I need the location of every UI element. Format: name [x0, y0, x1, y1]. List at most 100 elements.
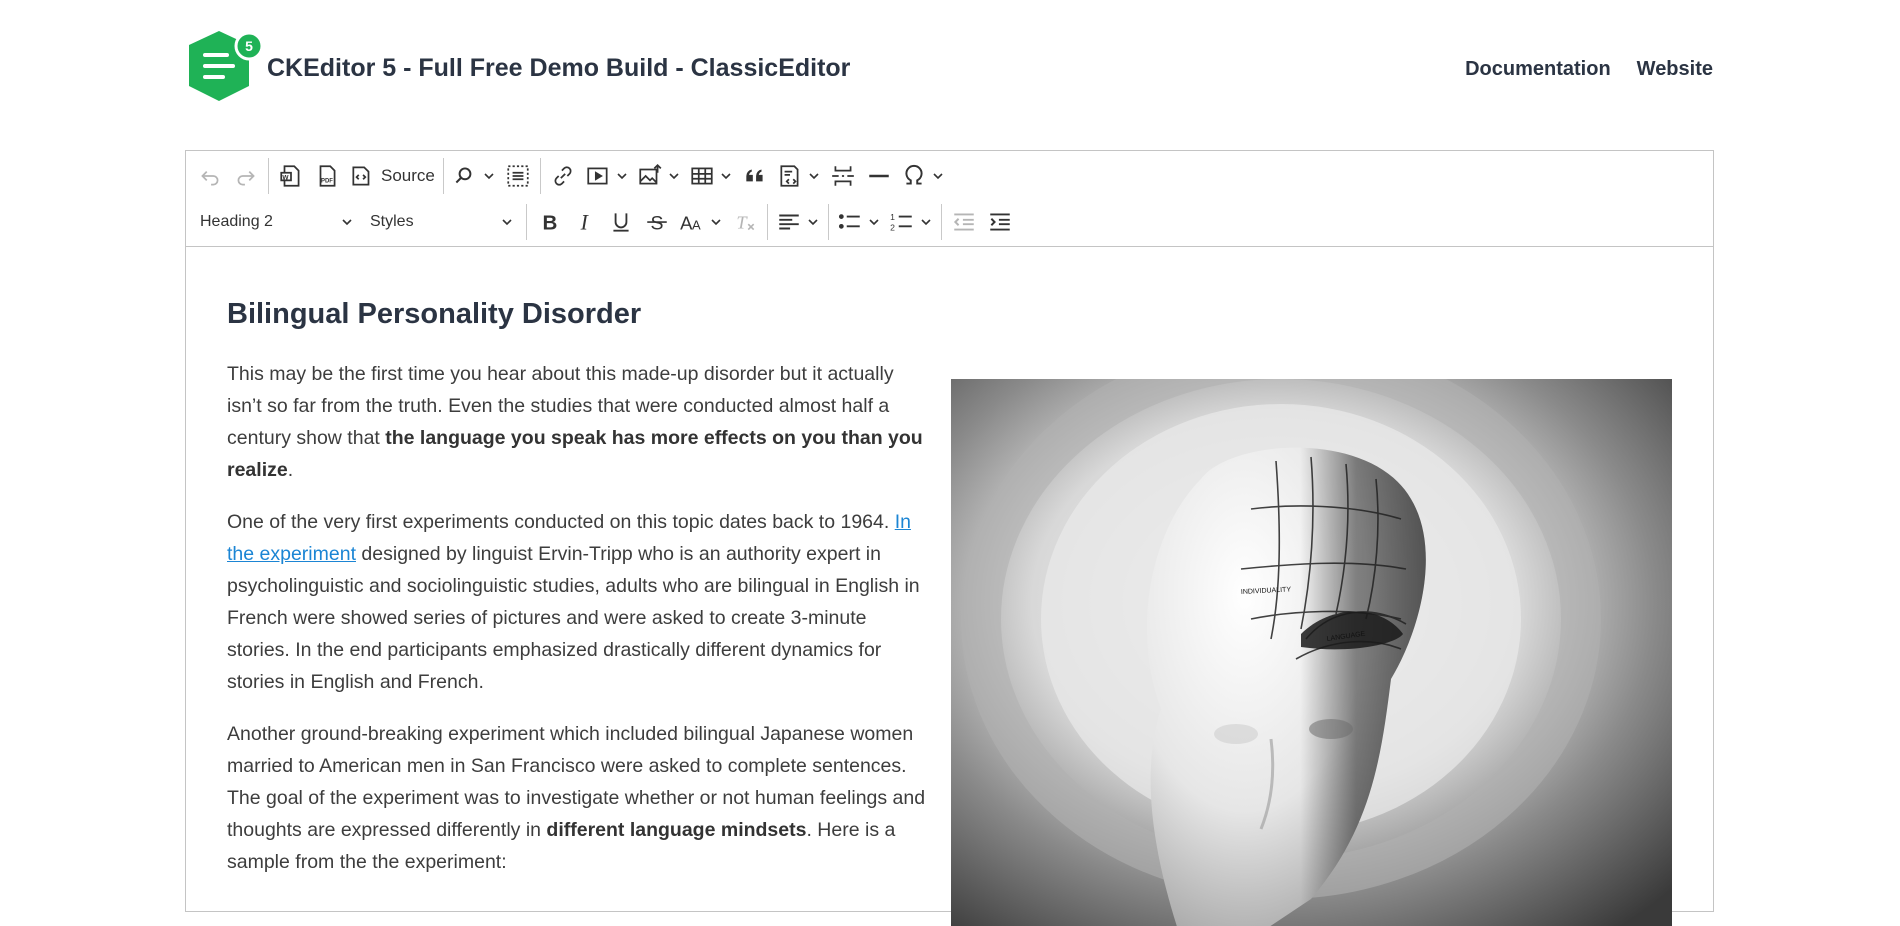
paragraph-3: Another ground-breaking experiment which…: [227, 718, 927, 878]
chevron-down-icon: [808, 219, 818, 226]
page-title: CKEditor 5 - Full Free Demo Build - Clas…: [267, 54, 851, 82]
toolbar-separator: [526, 204, 527, 240]
find-replace-button[interactable]: [448, 159, 500, 193]
bold-button[interactable]: B: [531, 205, 567, 239]
phrenology-head-image[interactable]: INDIVIDUALITY LANGUAGE: [951, 379, 1672, 926]
paragraph-text: designed by linguist Ervin-Tripp who is …: [227, 543, 920, 693]
select-all-button[interactable]: [500, 159, 536, 193]
link-icon: [554, 166, 572, 186]
link-button[interactable]: [545, 159, 581, 193]
chevron-down-icon: [669, 173, 679, 180]
styles-dropdown-value: Styles: [370, 213, 414, 230]
remove-format-button[interactable]: T: [727, 205, 763, 239]
svg-text:I: I: [580, 211, 590, 235]
select-all-icon: [507, 165, 529, 187]
source-icon: [352, 166, 370, 186]
toolbar-separator: [268, 158, 269, 194]
chevron-down-icon: [711, 219, 721, 226]
font-size-icon: AA: [680, 213, 701, 234]
toolbar-separator: [539, 158, 541, 194]
chevron-down-icon: [617, 173, 627, 180]
media-icon: [587, 167, 608, 185]
outdent-icon: [953, 213, 974, 231]
page-break-icon: [832, 166, 854, 186]
insert-table-button[interactable]: [685, 159, 737, 193]
svg-text:B: B: [543, 212, 558, 235]
numbered-list-icon: 12: [890, 212, 912, 233]
website-link[interactable]: Website: [1637, 58, 1713, 81]
html-embed-button[interactable]: [773, 159, 825, 193]
alignment-icon: [779, 214, 799, 230]
chevron-down-icon: [809, 173, 819, 180]
underline-icon: [613, 213, 629, 232]
blockquote-button[interactable]: [737, 159, 773, 193]
chevron-down-icon: [342, 219, 352, 226]
svg-text:2: 2: [890, 223, 895, 233]
source-editing-button[interactable]: Source: [345, 159, 439, 193]
svg-text:T: T: [736, 213, 748, 233]
toolbar-separator: [767, 204, 768, 240]
chevron-down-icon: [869, 219, 879, 226]
export-pdf-icon: PDF: [319, 165, 336, 187]
redo-icon: [237, 171, 255, 186]
page-break-button[interactable]: [825, 159, 861, 193]
svg-text:PDF: PDF: [321, 179, 333, 185]
horizontal-line-button[interactable]: [861, 159, 897, 193]
chevron-down-icon: [721, 173, 731, 180]
bulleted-list-button[interactable]: [833, 205, 885, 239]
toolbar-row-1: W PDF Source: [192, 153, 949, 199]
source-button-label: Source: [381, 166, 435, 185]
indent-button[interactable]: [982, 205, 1018, 239]
table-icon: [691, 167, 713, 185]
strikethrough-button[interactable]: S: [639, 205, 675, 239]
editor-toolbar: W PDF Source Heading 2 Styles B I S A A …: [186, 151, 1713, 247]
blockquote-icon: [746, 169, 763, 182]
top-nav: Documentation Website: [1465, 58, 1713, 81]
toolbar-separator: [828, 204, 829, 240]
redo-button[interactable]: [228, 159, 264, 193]
font-size-button[interactable]: AA: [675, 205, 727, 239]
app-header: 5 CKEditor 5 - Full Free Demo Build - Cl…: [185, 28, 1713, 106]
underline-button[interactable]: [603, 205, 639, 239]
undo-button[interactable]: [192, 159, 228, 193]
chevron-down-icon: [921, 219, 931, 226]
toolbar-separator: [442, 158, 444, 194]
special-characters-button[interactable]: [897, 159, 949, 193]
paragraph-text: .: [287, 459, 294, 481]
insert-image-button[interactable]: [633, 159, 685, 193]
editor-content[interactable]: Bilingual Personality Disorder This may …: [227, 246, 1672, 926]
paragraph-text: One of the very first experiments conduc…: [227, 511, 895, 533]
insert-media-button[interactable]: [581, 159, 633, 193]
html-embed-icon: [780, 165, 799, 187]
horizontal-line-icon: [869, 174, 889, 178]
italic-button[interactable]: I: [567, 205, 603, 239]
heading-dropdown[interactable]: Heading 2: [192, 205, 362, 239]
paragraph-2: One of the very first experiments conduc…: [227, 506, 927, 698]
svg-text:W: W: [282, 174, 289, 181]
documentation-link[interactable]: Documentation: [1465, 58, 1611, 81]
bold-text: different language mindsets: [546, 819, 807, 841]
import-word-icon: W: [280, 165, 300, 187]
text-column: This may be the first time you hear abou…: [227, 358, 927, 898]
bold-icon: B: [543, 212, 558, 235]
heading-dropdown-value: Heading 2: [200, 213, 273, 230]
styles-dropdown[interactable]: Styles: [362, 205, 522, 239]
export-pdf-button[interactable]: PDF: [309, 159, 345, 193]
numbered-list-button[interactable]: 12: [885, 205, 937, 239]
paragraph-1: This may be the first time you hear abou…: [227, 358, 927, 486]
remove-format-icon: T: [736, 213, 755, 233]
image-upload-icon: [639, 163, 662, 185]
document-heading: Bilingual Personality Disorder: [227, 298, 642, 330]
outdent-button[interactable]: [946, 205, 982, 239]
chevron-down-icon: [502, 219, 512, 226]
svg-text:A: A: [692, 218, 701, 233]
phrenology-head-illustration: INDIVIDUALITY LANGUAGE: [951, 379, 1672, 926]
undo-icon: [201, 171, 219, 186]
toolbar-separator: [941, 204, 942, 240]
import-word-button[interactable]: W: [273, 159, 309, 193]
alignment-button[interactable]: [772, 205, 824, 239]
ckeditor-logo-icon: 5: [189, 31, 264, 101]
italic-icon: I: [580, 211, 590, 235]
svg-text:S: S: [651, 213, 664, 235]
special-characters-icon: [905, 164, 923, 185]
